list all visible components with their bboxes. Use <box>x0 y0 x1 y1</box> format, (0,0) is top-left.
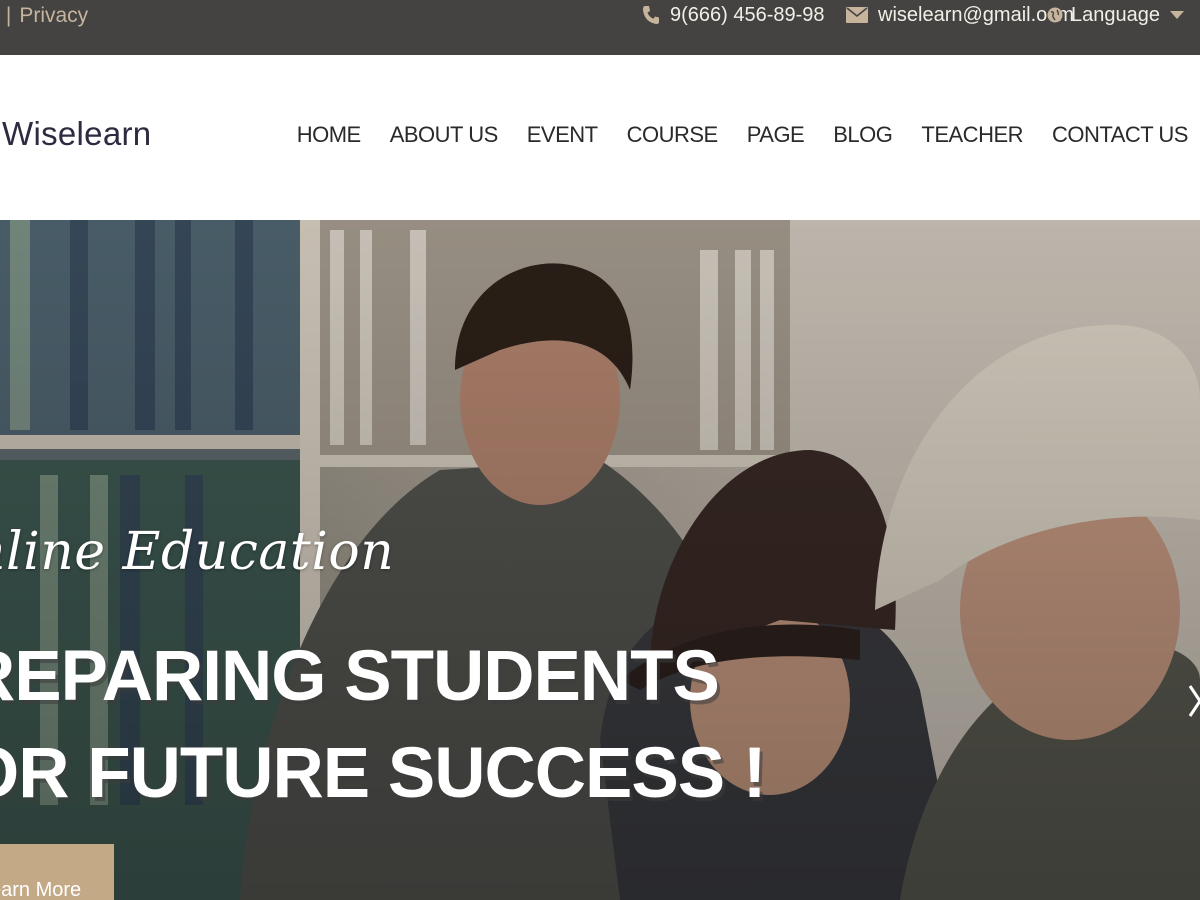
hero-title-line-2: OR FUTURE SUCCESS ! <box>0 734 766 813</box>
globe-icon <box>1047 7 1063 23</box>
top-bar: : | Privacy 9(666) 456-89-98 wiselearn@g… <box>0 0 1200 55</box>
nav-event[interactable]: EVENT <box>527 122 598 148</box>
envelope-icon <box>846 7 868 23</box>
top-links: : | Privacy <box>0 2 88 30</box>
email-contact[interactable]: wiselearn@gmail.ocm <box>846 1 1074 29</box>
brand-logo[interactable]: Wiselearn <box>2 115 151 153</box>
phone-number: 9(666) 456-89-98 <box>670 3 825 26</box>
hero-title-line-1: REPARING STUDENTS <box>0 637 720 716</box>
top-link-separator: | <box>5 4 12 27</box>
nav-contact-us[interactable]: CONTACT US <box>1052 122 1188 148</box>
slider-next-arrow-icon[interactable] <box>1188 684 1200 723</box>
email-address: wiselearn@gmail.ocm <box>878 3 1074 26</box>
nav-course[interactable]: COURSE <box>627 122 719 148</box>
phone-icon <box>642 5 660 25</box>
hero-slider: nline Education REPARING STUDENTS OR FUT… <box>0 220 1200 900</box>
caret-down-icon <box>1169 10 1184 20</box>
learn-more-button[interactable]: earn More <box>0 844 114 900</box>
main-nav: HOME ABOUT US EVENT COURSE PAGE BLOG TEA… <box>297 122 1189 148</box>
language-label: Language <box>1071 3 1160 26</box>
nav-teacher[interactable]: TEACHER <box>921 122 1023 148</box>
privacy-link[interactable]: Privacy <box>19 4 88 28</box>
nav-home[interactable]: HOME <box>297 122 362 148</box>
site-header: Wiselearn HOME ABOUT US EVENT COURSE PAG… <box>0 55 1200 220</box>
nav-blog[interactable]: BLOG <box>833 122 893 148</box>
nav-about-us[interactable]: ABOUT US <box>390 122 499 148</box>
learn-more-label: earn More <box>0 879 82 900</box>
language-selector[interactable]: Language <box>1047 1 1184 29</box>
hero-subtitle: nline Education <box>0 522 395 582</box>
hero-title: REPARING STUDENTS OR FUTURE SUCCESS ! <box>0 628 766 822</box>
nav-page[interactable]: PAGE <box>747 122 805 148</box>
phone-contact[interactable]: 9(666) 456-89-98 <box>642 1 825 29</box>
